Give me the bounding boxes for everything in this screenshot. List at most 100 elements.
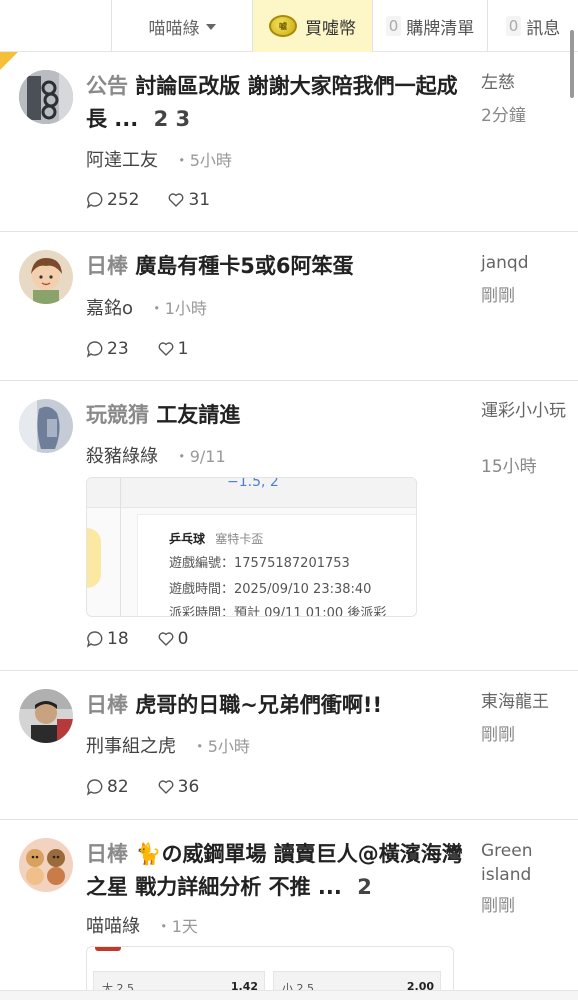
like-count-value: 31 (188, 190, 211, 210)
post-item[interactable]: 玩競猜 工友請進 殺豬綠綠 ・9/11 −1.5, 2 乒乓球 塞特卡盃 遊戲編… (0, 381, 578, 671)
post-author[interactable]: 殺豬綠綠 (86, 446, 158, 467)
comment-count: 252 (86, 190, 139, 210)
post-title[interactable]: 日棒 虎哥的日職~兄弟們衝啊!! (86, 689, 471, 722)
last-reply-time: 剛剛 (481, 725, 515, 745)
post-meta: 阿達工友 ・5小時 (86, 146, 232, 172)
coin-icon: 噓 (269, 15, 297, 37)
post-title[interactable]: 玩競猜 工友請進 (86, 399, 471, 432)
like-count[interactable]: 1 (157, 339, 189, 359)
page-links[interactable]: 2 3 (154, 107, 191, 131)
heart-icon (158, 780, 174, 794)
like-count-value: 1 (177, 339, 189, 359)
comment-count-value: 82 (107, 777, 129, 797)
comment-count: 23 (86, 339, 129, 359)
preview-handicap: −1.5, 2 (227, 477, 279, 490)
purchase-list-label: 購牌清單 (406, 18, 475, 39)
top-nav: 喵喵綠 噓 買噓幣 0 購牌清單 0 訊息 (0, 0, 578, 52)
post-category: 日棒 (86, 254, 128, 278)
post-time: ・5小時 (191, 737, 250, 756)
comment-count: 82 (86, 777, 129, 797)
preview-decoration (87, 528, 101, 588)
username-label: 喵喵綠 (148, 18, 200, 39)
post-category: 公告 (86, 74, 128, 98)
preview-sport: 乒乓球 塞特卡盃 (169, 530, 263, 547)
post-preview-image[interactable]: −1.5, 2 乒乓球 塞特卡盃 遊戲編號：17575187201753 遊戲時… (86, 477, 417, 617)
last-reply-time: 剛剛 (481, 286, 515, 306)
preview-match: 塞特卡盃 (215, 532, 264, 546)
comment-count: 18 (86, 629, 129, 649)
post-title-text: 🐈の威鋼單場 讀賣巨人@橫濱海灣之星 戰力詳細分析 不推 ... (86, 842, 463, 899)
comment-count-value: 18 (107, 629, 129, 649)
post-meta: 殺豬綠綠 ・9/11 (86, 442, 226, 468)
preview-payout-time: 派彩時間：預計 09/11 01:00 後派彩 (169, 606, 387, 617)
last-reply-user[interactable]: janqd (481, 251, 571, 275)
preview-accent (95, 947, 121, 951)
avatar[interactable] (19, 838, 73, 892)
purchase-list-tab[interactable]: 0 購牌清單 (373, 0, 487, 52)
like-count[interactable]: 31 (167, 190, 210, 210)
avatar[interactable] (19, 250, 73, 304)
post-time: ・1天 (155, 917, 198, 936)
heart-icon (169, 193, 184, 207)
avatar[interactable] (19, 689, 73, 743)
post-title-text: 討論區改版 謝謝大家陪我們一起成長 ... (86, 74, 458, 131)
last-reply-time: 15小時 (481, 457, 537, 477)
post-author[interactable]: 阿達工友 (86, 150, 158, 171)
last-reply-user[interactable]: 左慈 (481, 71, 571, 95)
heart-icon (158, 632, 174, 646)
like-count-value: 0 (177, 629, 189, 649)
preview-sport-name: 乒乓球 (169, 532, 206, 546)
avatar[interactable] (19, 70, 73, 124)
post-category: 玩競猜 (86, 403, 149, 427)
comment-icon (86, 192, 103, 209)
like-count[interactable]: 36 (157, 777, 200, 797)
comment-icon (86, 631, 103, 648)
post-stats: 82 36 (86, 777, 227, 797)
post-author[interactable]: 嘉銘o (86, 298, 133, 319)
post-stats: 23 1 (86, 339, 216, 359)
preview-game-no: 遊戲編號：17575187201753 (169, 556, 350, 571)
post-meta: 嘉銘o ・1小時 (86, 294, 207, 320)
post-item[interactable]: 日棒 🐈の威鋼單場 讀賣巨人@橫濱海灣之星 戰力詳細分析 不推 ... 2 喵喵… (0, 820, 578, 1000)
last-reply-user[interactable]: 東海龍王 (481, 690, 571, 714)
like-count[interactable]: 0 (157, 629, 189, 649)
avatar[interactable] (19, 399, 73, 453)
post-time: ・1小時 (148, 299, 207, 318)
post-category: 日棒 (86, 693, 128, 717)
post-stats: 252 31 (86, 190, 238, 210)
post-meta: 刑事組之虎 ・5小時 (86, 732, 250, 758)
purchase-list-count: 0 (385, 16, 402, 36)
last-reply-user[interactable]: 運彩小小玩 (481, 399, 571, 423)
like-count-value: 36 (177, 777, 200, 797)
comment-icon (86, 779, 103, 796)
buy-coin-label: 買噓幣 (305, 18, 356, 39)
post-title-text: 虎哥的日職~兄弟們衝啊!! (135, 693, 383, 717)
post-item[interactable]: 日棒 虎哥的日職~兄弟們衝啊!! 刑事組之虎 ・5小時 82 36 東海龍王 剛… (0, 671, 578, 820)
post-title[interactable]: 日棒 廣島有種卡5或6阿笨蛋 (86, 250, 471, 283)
bottom-toolbar-edge (0, 990, 578, 1000)
last-reply-user[interactable]: Green island (481, 839, 571, 887)
post-author[interactable]: 喵喵綠 (86, 916, 140, 937)
buy-coin-tab[interactable]: 噓 買噓幣 (253, 0, 372, 52)
post-category: 日棒 (86, 842, 128, 866)
comment-icon (86, 341, 103, 358)
post-author[interactable]: 刑事組之虎 (86, 736, 176, 757)
user-menu-dropdown[interactable]: 喵喵綠 (112, 0, 252, 52)
post-item[interactable]: 日棒 廣島有種卡5或6阿笨蛋 嘉銘o ・1小時 23 1 janqd 剛剛 (0, 232, 578, 381)
chevron-down-icon (205, 24, 216, 30)
preview-game-time: 遊戲時間：2025/09/10 23:38:40 (169, 582, 372, 597)
preview-divider (120, 478, 121, 616)
messages-label: 訊息 (526, 18, 561, 39)
heart-icon (158, 342, 174, 356)
comment-count-value: 23 (107, 339, 129, 359)
post-title[interactable]: 日棒 🐈の威鋼單場 讀賣巨人@橫濱海灣之星 戰力詳細分析 不推 ... 2 (86, 838, 471, 904)
page-links[interactable]: 2 (357, 875, 372, 899)
post-title-text: 工友請進 (156, 403, 241, 427)
last-reply-time: 2分鐘 (481, 106, 526, 126)
post-stats: 18 0 (86, 629, 216, 649)
post-item[interactable]: 公告 討論區改版 謝謝大家陪我們一起成長 ... 2 3 阿達工友 ・5小時 2… (0, 53, 578, 232)
post-title[interactable]: 公告 討論區改版 謝謝大家陪我們一起成長 ... 2 3 (86, 70, 471, 136)
post-time: ・9/11 (173, 447, 226, 466)
post-time: ・5小時 (173, 151, 232, 170)
messages-tab[interactable]: 0 訊息 (488, 0, 578, 52)
